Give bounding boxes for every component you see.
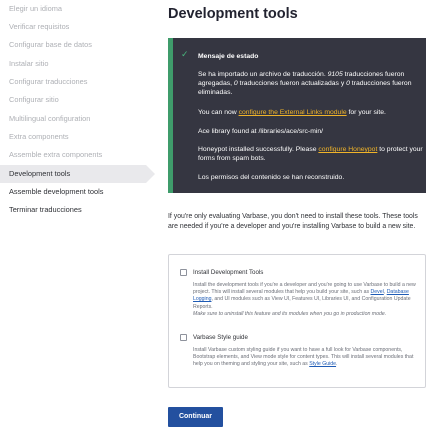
msg-text: You can now: [198, 109, 239, 116]
step-terminar-traducciones: Terminar traducciones: [9, 205, 82, 214]
msg-text: Honeypot installed successfully. Please: [198, 146, 319, 153]
status-ace-message: Ace library found at /libraries/ace/src-…: [198, 128, 324, 135]
style-guide-link[interactable]: Style Guide: [309, 361, 336, 367]
intro-text: If you're only evaluating Varbase, you d…: [168, 213, 418, 230]
step-configurar-traducciones: Configurar traducciones: [9, 77, 88, 86]
install-development-tools-description: Install the development tools if you're …: [193, 282, 423, 318]
devel-link[interactable]: Devel: [371, 289, 384, 295]
install-development-tools-label[interactable]: Install Development Tools: [193, 269, 263, 276]
status-message: ✓ Mensaje de estado Se ha importado un a…: [168, 38, 426, 193]
step-multilingual-configuration: Multilingual configuration: [9, 114, 91, 123]
continue-button[interactable]: Continuar: [168, 407, 223, 427]
step-development-tools: Development tools: [0, 165, 155, 183]
msg-text: Se ha importado un archivo de traducción…: [198, 71, 328, 78]
desc-text: Install Varbase custom styling guide if …: [193, 347, 414, 368]
install-development-tools-checkbox[interactable]: [180, 269, 187, 276]
check-icon: ✓: [181, 49, 189, 59]
development-options: Install Development Tools Install the de…: [168, 254, 426, 388]
install-steps-sidebar: Elegir un idioma Verificar requisitos Co…: [0, 0, 155, 447]
desc-text: , and UI modules such as View UI, Featur…: [193, 296, 411, 310]
configure-external-links-link[interactable]: configure the External Links module: [239, 109, 347, 116]
production-note: Make sure to uninstall this feature and …: [193, 310, 387, 317]
step-assemble-development-tools: Assemble development tools: [9, 187, 104, 196]
step-extra-components: Extra components: [9, 132, 69, 141]
step-elegir-idioma: Elegir un idioma: [9, 4, 62, 13]
status-title: Mensaje de estado: [198, 53, 259, 60]
step-assemble-extra-components: Assemble extra components: [9, 150, 103, 159]
msg-text: for your site.: [346, 109, 386, 116]
desc-text: .: [336, 361, 338, 368]
step-configurar-base-datos: Configurar base de datos: [9, 40, 92, 49]
msg-count-added: 9105: [327, 71, 343, 78]
status-permissions-message: Los permisos del contenido se han recons…: [198, 174, 345, 181]
status-external-links-message: You can now configure the External Links…: [198, 108, 423, 117]
step-verificar-requisitos: Verificar requisitos: [9, 22, 70, 31]
step-configurar-sitio: Configurar sitio: [9, 95, 59, 104]
page-title: Development tools: [168, 6, 298, 22]
status-translation-message: Se ha importado un archivo de traducción…: [198, 70, 423, 97]
varbase-style-guide-description: Install Varbase custom styling guide if …: [193, 347, 423, 369]
status-honeypot-message: Honeypot installed successfully. Please …: [198, 145, 423, 163]
step-instalar-sitio: Instalar sitio: [9, 59, 49, 68]
varbase-style-guide-label[interactable]: Varbase Style guide: [193, 334, 248, 341]
varbase-style-guide-checkbox[interactable]: [180, 334, 187, 341]
configure-honeypot-link[interactable]: configure Honeypot: [318, 146, 377, 153]
msg-text: traducciones fueron actualizadas y: [237, 80, 347, 87]
